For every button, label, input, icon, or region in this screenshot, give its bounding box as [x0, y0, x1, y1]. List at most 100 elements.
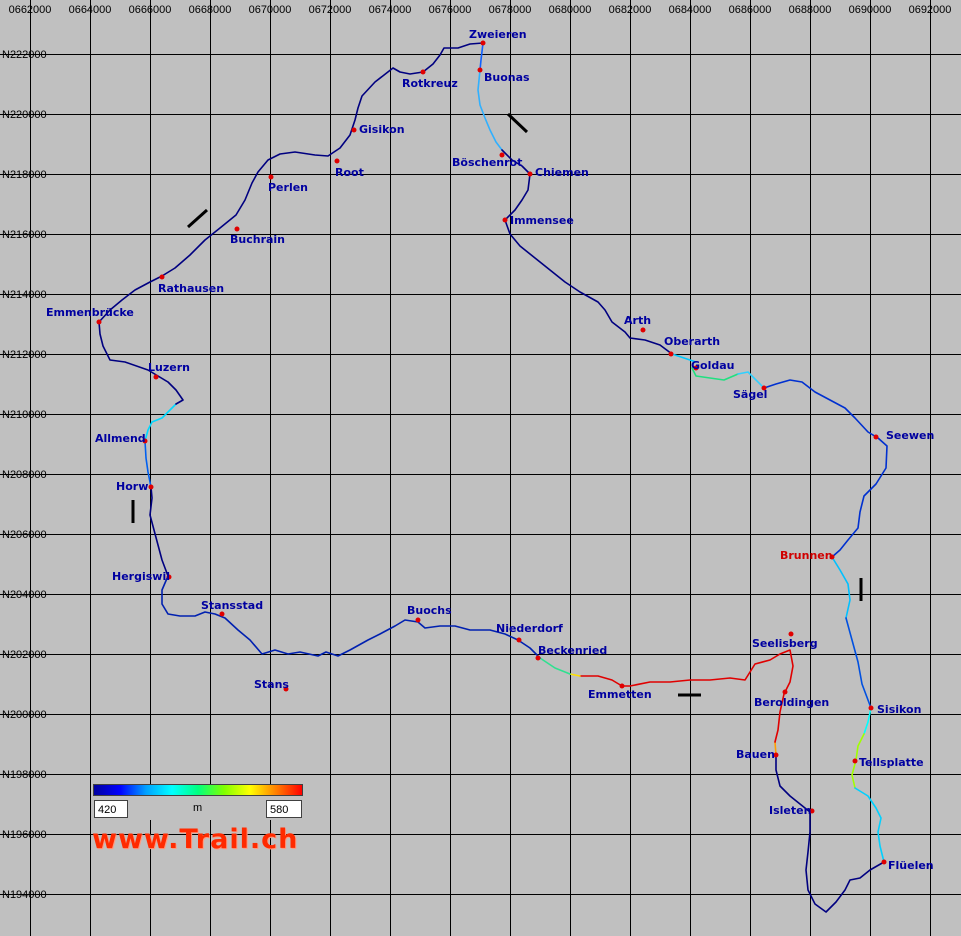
place-marker [234, 226, 240, 232]
y-axis-labels: N222000 N220000 N218000 N216000 N214000 … [2, 49, 47, 901]
place-marker [153, 374, 159, 380]
place-marker [782, 689, 788, 695]
x-tick-label: 0672000 [309, 4, 352, 16]
track-segment [161, 575, 541, 659]
y-tick-label: N194000 [2, 889, 47, 901]
place-marker [868, 705, 874, 711]
y-tick-label: N218000 [2, 169, 47, 181]
place-marker [480, 40, 486, 46]
place-label: Beckenried [538, 644, 607, 657]
direction-arrow-icon [186, 208, 209, 229]
y-tick-label: N196000 [2, 829, 47, 841]
place-label: Chiemen [535, 166, 589, 179]
place-label: Seewen [886, 429, 934, 442]
place-marker [881, 859, 887, 865]
place-label: Flüelen [888, 859, 934, 872]
x-tick-label: 0690000 [849, 4, 892, 16]
place-marker [788, 631, 794, 637]
place-label: Buonas [484, 71, 530, 84]
y-tick-label: N222000 [2, 49, 47, 61]
y-tick-label: N204000 [2, 589, 47, 601]
place-marker [640, 327, 646, 333]
route-track [98, 42, 888, 913]
x-tick-label: 0676000 [429, 4, 472, 16]
x-tick-label: 0668000 [189, 4, 232, 16]
place-label: Rotkreuz [402, 77, 458, 90]
x-tick-label: 0684000 [669, 4, 712, 16]
x-tick-label: 0662000 [9, 4, 52, 16]
x-tick-label: 0680000 [549, 4, 592, 16]
place-marker [420, 69, 426, 75]
place-label: Luzern [148, 361, 190, 374]
place-label: Sägel [733, 388, 767, 401]
elevation-legend: 420 m 580 [93, 784, 303, 820]
track-segment [805, 811, 885, 913]
place-label: Bauen [736, 748, 775, 761]
place-label: Emmenbrücke [46, 306, 134, 319]
place-marker [852, 758, 858, 764]
y-tick-label: N210000 [2, 409, 47, 421]
track-segment [845, 617, 872, 709]
track-segment [854, 787, 885, 863]
place-label: Böschenrot [452, 156, 522, 169]
place-label: Buchrain [230, 233, 285, 246]
x-tick-label: 0664000 [69, 4, 112, 16]
place-label: Beroldingen [754, 696, 829, 709]
track-segment [144, 403, 177, 442]
place-marker [148, 484, 154, 490]
x-tick-label: 0682000 [609, 4, 652, 16]
legend-max-value: 580 [266, 800, 302, 818]
brand-watermark: www.Trail.ch [92, 824, 299, 855]
track-segment [539, 657, 571, 675]
place-label: Horw [116, 480, 148, 493]
place-label: Oberarth [664, 335, 720, 348]
y-tick-label: N212000 [2, 349, 47, 361]
track-segment [863, 707, 872, 735]
place-label: Allmend [95, 432, 146, 445]
track-segment [831, 556, 851, 619]
place-label: Hergiswil [112, 570, 170, 583]
place-label: Tellsplatte [859, 756, 924, 769]
place-label: Sisikon [877, 703, 921, 716]
place-marker [502, 217, 508, 223]
place-label: Arth [624, 314, 651, 327]
legend-unit: m [193, 802, 203, 814]
place-labels: Zweieren Rotkreuz Buonas Gisikon Böschen… [46, 28, 934, 872]
place-marker [159, 274, 165, 280]
place-label: Perlen [268, 181, 308, 194]
place-marker [516, 637, 522, 643]
place-marker [219, 611, 225, 617]
place-label: Isleten [769, 804, 811, 817]
place-label: Zweieren [469, 28, 527, 41]
place-label: Immensee [510, 214, 574, 227]
place-label: Brunnen [780, 549, 833, 562]
place-label: Root [335, 166, 364, 179]
legend-min-value: 420 [94, 800, 128, 818]
x-tick-label: 0692000 [909, 4, 952, 16]
x-axis-labels: 0662000 0664000 0666000 0668000 0670000 … [9, 4, 952, 16]
place-label: Emmetten [588, 688, 652, 701]
x-tick-label: 0666000 [129, 4, 172, 16]
y-tick-label: N202000 [2, 649, 47, 661]
place-marker [334, 158, 340, 164]
place-marker [351, 127, 357, 133]
x-tick-label: 0678000 [489, 4, 532, 16]
y-tick-label: N206000 [2, 529, 47, 541]
y-tick-label: N198000 [2, 769, 47, 781]
x-tick-label: 0674000 [369, 4, 412, 16]
place-marker [415, 617, 421, 623]
place-label: Seelisberg [752, 637, 818, 650]
y-tick-label: N214000 [2, 289, 47, 301]
y-tick-label: N220000 [2, 109, 47, 121]
place-label: Goldau [691, 359, 734, 372]
place-label: Stans [254, 678, 289, 691]
place-label: Buochs [407, 604, 452, 617]
place-marker [268, 174, 274, 180]
place-marker [96, 319, 102, 325]
y-tick-label: N208000 [2, 469, 47, 481]
track-segment [763, 379, 888, 558]
track-segment [479, 42, 484, 71]
track-segment [569, 673, 581, 677]
place-label: Niederdorf [496, 622, 563, 635]
place-marker [668, 351, 674, 357]
